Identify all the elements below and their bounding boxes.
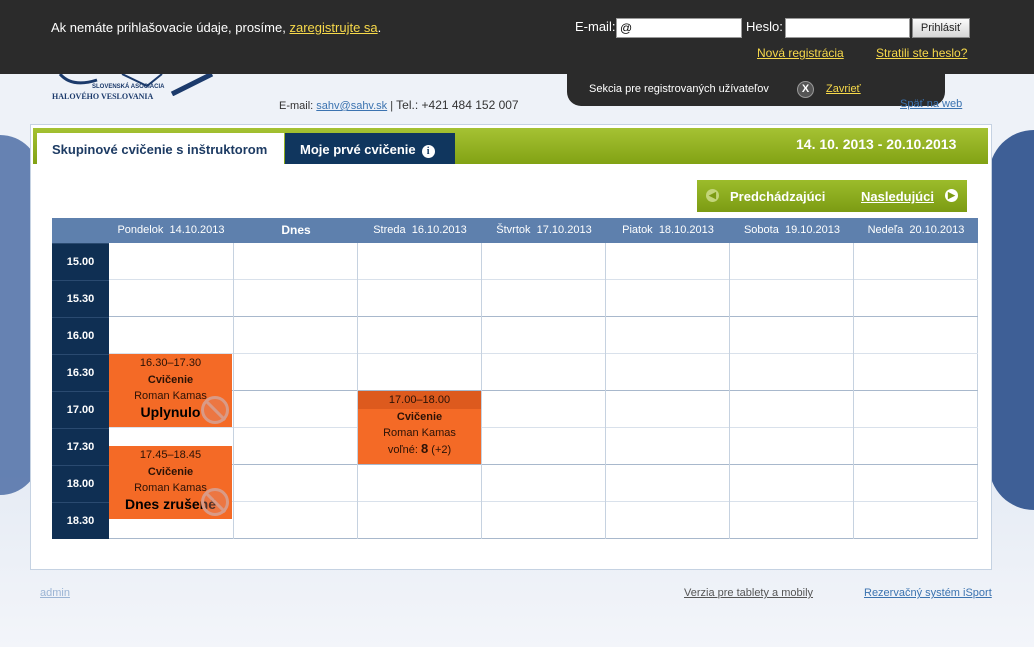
day-header-monday: Pondelok 14.10.2013 (117, 224, 225, 236)
date-range: 14. 10. 2013 - 20.10.2013 (796, 136, 957, 152)
grid-line (481, 243, 482, 539)
free-count: 8 (421, 441, 429, 456)
event-title: Cvičenie (147, 374, 194, 386)
event-time: 16.30–17.30 (139, 357, 202, 369)
calendar-header: Pondelok 14.10.2013 Dnes Streda 16.10.20… (52, 218, 978, 243)
event-wednesday-1700[interactable]: 17.00–18.00 Cvičenie Roman Kamas voľné: … (358, 391, 481, 464)
event-instructor: Roman Kamas (383, 427, 456, 439)
grid-line (109, 279, 978, 280)
tab-first-exercise[interactable]: Moje prvé cvičenie i (285, 133, 455, 164)
day-header-wednesday: Streda 16.10.2013 (373, 224, 467, 236)
grid-line (109, 353, 978, 354)
event-availability: voľné: 8 (+2) (358, 441, 481, 458)
contact-separator: | (390, 100, 394, 112)
time-slot-label: 17.00 (52, 391, 109, 428)
close-panel-link[interactable]: Zavrieť (826, 83, 861, 95)
email-field[interactable] (616, 18, 742, 38)
time-slot-label: 18.30 (52, 502, 109, 539)
notice-text: Ak nemáte prihlašovacie údaje, prosíme, (51, 20, 286, 35)
ban-icon (201, 396, 229, 424)
event-time: 17.00–18.00 (358, 391, 481, 409)
registered-users-panel: Sekcia pre registrovaných užívateľov X Z… (567, 72, 945, 106)
login-button[interactable]: Prihlásiť (912, 18, 970, 38)
grid-line (109, 501, 978, 502)
day-header-thursday: Štvrtok 17.10.2013 (496, 224, 592, 236)
grid-line (109, 464, 978, 465)
grid-line (605, 243, 606, 539)
grid-line (109, 316, 978, 317)
contact-info: E-mail: sahv@sahv.sk | Tel.: +421 484 15… (279, 98, 519, 112)
login-bar: Ak nemáte prihlašovacie údaje, prosíme, … (0, 0, 1034, 74)
time-slot-label: 18.00 (52, 465, 109, 502)
email-label: E-mail: (575, 19, 616, 34)
time-slot-label: 15.30 (52, 280, 109, 317)
grid-line (233, 243, 234, 539)
time-column: 15.00 15.30 16.00 16.30 17.00 17.30 18.0… (52, 243, 109, 539)
tab-group-exercise[interactable]: Skupinové cvičenie s inštruktorom (37, 133, 284, 164)
chevron-left-icon[interactable]: ◀ (706, 189, 719, 202)
time-slot-label: 16.30 (52, 354, 109, 391)
time-slot-label: 17.30 (52, 428, 109, 465)
panel-text: Sekcia pre registrovaných užívateľov (589, 83, 769, 95)
day-header-friday: Piatok 18.10.2013 (622, 224, 714, 236)
notice-end: . (377, 20, 382, 35)
isport-link[interactable]: Rezervačný systém iSport (864, 587, 992, 599)
event-monday-1630[interactable]: 16.30–17.30 Cvičenie Roman Kamas Uplynul… (109, 354, 232, 427)
event-time: 17.45–18.45 (139, 449, 202, 461)
time-slot-label: 16.00 (52, 317, 109, 354)
back-to-web-link[interactable]: Späť na web (900, 98, 962, 110)
logo[interactable]: SLOVENSKÁ ASOCIÁCIA HALOVÉHO VESLOVANIA (52, 74, 222, 104)
logo-text-line2: HALOVÉHO VESLOVANIA (52, 92, 154, 101)
mobile-version-link[interactable]: Verzia pre tablety a mobily (684, 587, 813, 599)
next-week-button[interactable]: Nasledujúci (861, 189, 934, 204)
week-navigation: ◀ Predchádzajúci Nasledujúci ▶ (697, 180, 967, 212)
contact-email-label: E-mail: (279, 100, 314, 112)
password-label: Heslo: (746, 19, 783, 34)
event-monday-1745[interactable]: 17.45–18.45 Cvičenie Roman Kamas Dnes zr… (109, 446, 232, 519)
free-extra: (+2) (431, 444, 452, 456)
ban-icon (201, 488, 229, 516)
logo-text-line1: SLOVENSKÁ ASOCIÁCIA (92, 84, 165, 90)
grid-line (729, 243, 730, 539)
day-header-saturday: Sobota 19.10.2013 (743, 224, 841, 236)
password-field[interactable] (785, 18, 910, 38)
chevron-right-icon[interactable]: ▶ (945, 189, 958, 202)
tab-first-exercise-label: Moje prvé cvičenie (300, 142, 416, 157)
contact-phone: Tel.: +421 484 152 007 (396, 98, 519, 112)
close-icon[interactable]: X (797, 81, 814, 98)
register-link[interactable]: zaregistrujte sa (289, 20, 377, 35)
info-icon[interactable]: i (421, 145, 435, 158)
week-calendar: Pondelok 14.10.2013 Dnes Streda 16.10.20… (52, 218, 978, 539)
registration-notice: Ak nemáte prihlašovacie údaje, prosíme, … (51, 20, 381, 35)
calendar-grid[interactable]: 16.30–17.30 Cvičenie Roman Kamas Uplynul… (109, 243, 978, 539)
contact-email-link[interactable]: sahv@sahv.sk (316, 100, 387, 112)
day-header-today: Dnes (281, 223, 311, 237)
grid-line (109, 427, 978, 428)
day-header-sunday: Nedeľa 20.10.2013 (867, 224, 965, 236)
time-slot-label: 15.00 (52, 243, 109, 280)
new-registration-link[interactable]: Nová registrácia (757, 46, 844, 60)
previous-week-button[interactable]: Predchádzajúci (730, 189, 825, 204)
admin-link[interactable]: admin (40, 587, 70, 599)
event-title: Cvičenie (396, 411, 443, 423)
background-right-shape (989, 130, 1034, 510)
grid-line (853, 243, 854, 539)
event-title: Cvičenie (147, 466, 194, 478)
free-label: voľné: (387, 444, 418, 456)
lost-password-link[interactable]: Stratili ste heslo? (876, 46, 967, 60)
grid-line (109, 390, 978, 391)
